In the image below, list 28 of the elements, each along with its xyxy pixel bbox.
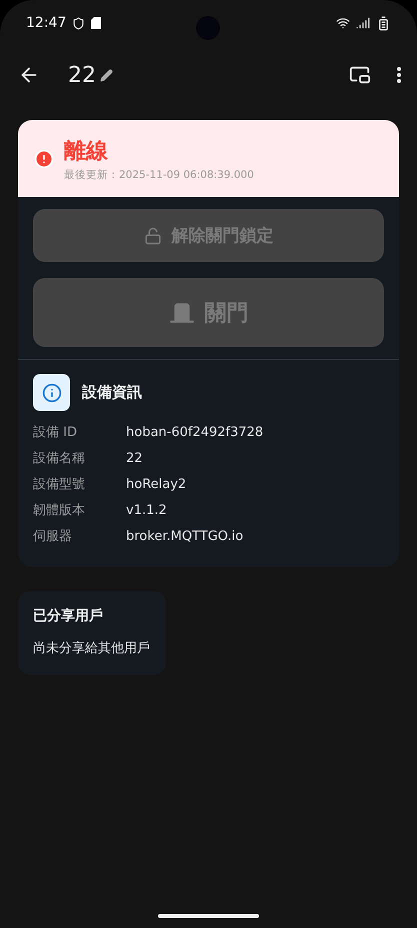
info-label: 設備型號: [33, 476, 86, 493]
empty-message: 尚未分享給其他用戶: [33, 640, 151, 657]
shield-icon: [72, 16, 86, 30]
info-value: hoRelay2: [126, 476, 186, 492]
battery-icon: [376, 16, 391, 30]
info-label: 設備 ID: [33, 424, 78, 441]
info-value: hoban-60f2492f3728: [126, 424, 264, 440]
info-value: broker.MQTTGO.io: [126, 528, 244, 544]
unlock-icon: [144, 226, 162, 244]
section-title: 已分享用戶: [33, 608, 103, 624]
info-value: v1.1.2: [126, 502, 167, 518]
status-time: 12:47: [26, 15, 66, 31]
section-title: 設備資訊: [82, 383, 142, 402]
more-icon: [397, 67, 401, 83]
signal-icon: [356, 16, 370, 30]
info-label: 設備名稱: [33, 450, 86, 467]
pencil-icon: [100, 68, 113, 82]
info-icon: [42, 382, 62, 402]
error-icon: [34, 148, 54, 168]
status-label: 離線: [64, 138, 109, 166]
sd-card-icon: [91, 17, 102, 29]
wifi-icon: [336, 16, 350, 30]
info-label: 伺服器: [33, 528, 73, 545]
info-label: 韌體版本: [33, 502, 86, 519]
info-value: 22: [126, 450, 143, 466]
last-updated: 最後更新：2025-11-09 06:08:39.000: [64, 168, 254, 182]
page-title: 22: [68, 62, 96, 88]
picture-in-picture-icon: [349, 64, 371, 86]
